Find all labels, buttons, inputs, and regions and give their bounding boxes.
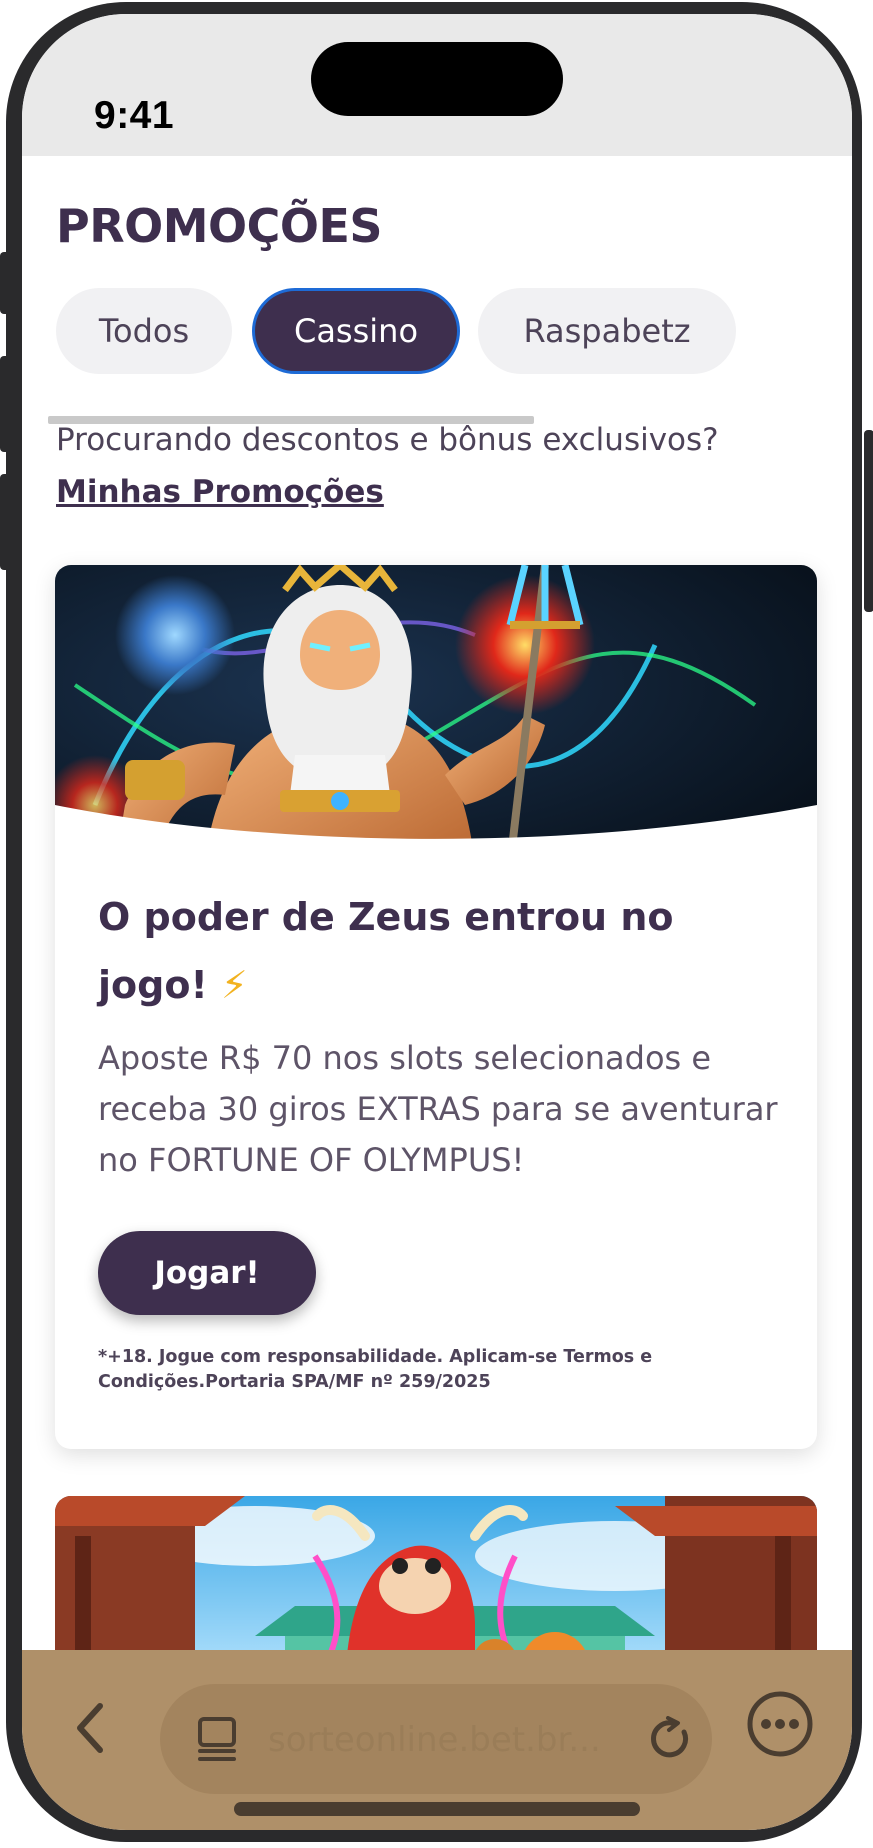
category-tabs: Todos Cassino Raspabetz — [56, 288, 852, 378]
zeus-banner-image[interactable] — [55, 565, 817, 865]
status-time: 9:41 — [94, 94, 175, 137]
promo-card: O poder de Zeus entrou no jogo! ⚡ Aposte… — [55, 565, 817, 1449]
status-bar: 9:41 — [22, 14, 852, 156]
address-bar[interactable]: sorteonline.bet.br... — [160, 1684, 712, 1794]
page-content[interactable]: PROMOÇÕES Todos Cassino Raspabetz Procur… — [22, 156, 852, 1650]
my-promotions-link[interactable]: Minhas Promoções — [56, 474, 384, 510]
lightning-emoji-icon: ⚡ — [221, 963, 248, 1007]
screen: 9:41 PROMOÇÕES Todos Cassino Raspabetz P… — [22, 14, 852, 1830]
reload-icon[interactable] — [648, 1716, 694, 1762]
tab-raspabetz[interactable]: Raspabetz — [478, 288, 736, 374]
power-button — [864, 430, 873, 612]
tab-todos[interactable]: Todos — [56, 288, 232, 374]
reader-icon[interactable] — [196, 1716, 240, 1762]
phone-frame: 9:41 PROMOÇÕES Todos Cassino Raspabetz P… — [0, 0, 873, 1848]
browser-toolbar: sorteonline.bet.br... — [22, 1650, 852, 1830]
promo-question: Procurando descontos e bônus exclusivos? — [56, 422, 719, 458]
promo-description: Aposte R$ 70 nos slots selecionados e re… — [98, 1039, 778, 1179]
promo-title-text: O poder de Zeus entrou no jogo! — [98, 895, 674, 1007]
page-title: PROMOÇÕES — [56, 199, 383, 253]
tab-cassino[interactable]: Cassino — [252, 288, 460, 374]
url-text[interactable]: sorteonline.bet.br... — [268, 1720, 601, 1760]
dynamic-island — [311, 42, 563, 116]
promo-disclaimer: *+18. Jogue com responsabilidade. Aplica… — [98, 1347, 653, 1392]
play-button[interactable]: Jogar! — [98, 1231, 316, 1315]
back-button[interactable] — [62, 1700, 118, 1756]
promo-card-2[interactable] — [55, 1496, 817, 1650]
back-icon — [77, 1703, 103, 1753]
promo-title: O poder de Zeus entrou no jogo! ⚡ — [98, 883, 758, 1019]
fortune-ox-banner-image[interactable] — [55, 1496, 817, 1650]
home-indicator[interactable] — [234, 1802, 640, 1816]
more-icon[interactable] — [746, 1690, 814, 1758]
